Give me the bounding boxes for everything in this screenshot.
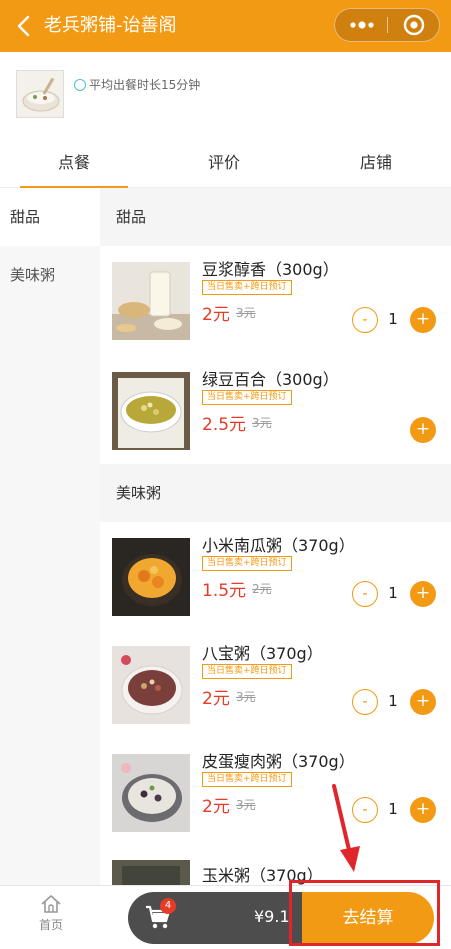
dish-name: 八宝粥（370g） bbox=[202, 644, 323, 663]
home-button[interactable]: 首页 bbox=[24, 892, 78, 944]
sidebar-item-desserts[interactable]: 甜品 bbox=[0, 188, 100, 246]
quantity-value: 1 bbox=[388, 800, 398, 818]
dish-price: 1.5元 bbox=[202, 581, 247, 601]
cart-total: ¥9.1 bbox=[254, 907, 290, 926]
dish-image bbox=[112, 262, 190, 340]
chevron-left-icon[interactable] bbox=[14, 14, 36, 38]
dish-name: 绿豆百合（300g） bbox=[202, 370, 339, 389]
quantity-value: 1 bbox=[388, 692, 398, 710]
dish-image bbox=[112, 860, 190, 885]
dish-price: 2.5元 bbox=[202, 415, 247, 435]
menu-item: 八宝粥（370g） 当日售卖+跨日预订 2元 3元 - 1 + bbox=[100, 636, 451, 744]
section-header-desserts: 甜品 bbox=[100, 188, 451, 246]
quantity-value: 1 bbox=[388, 310, 398, 328]
dish-name: 皮蛋瘦肉粥（370g） bbox=[202, 752, 355, 771]
dish-original-price: 2元 bbox=[252, 582, 272, 596]
avg-serve-time: 平均出餐时长15分钟 bbox=[74, 76, 200, 93]
sale-badge: 当日售卖+跨日预订 bbox=[202, 556, 292, 571]
capsule-divider bbox=[387, 17, 388, 33]
sale-badge: 当日售卖+跨日预订 bbox=[202, 664, 292, 679]
sidebar-item-congee[interactable]: 美味粥 bbox=[0, 246, 100, 304]
tab-bar: 点餐 评价 店铺 bbox=[0, 142, 451, 188]
decrease-button[interactable]: - bbox=[352, 689, 378, 715]
dish-image bbox=[112, 372, 190, 450]
dish-original-price: 3元 bbox=[236, 798, 256, 812]
dish-image bbox=[112, 538, 190, 616]
home-label: 首页 bbox=[38, 918, 63, 932]
dish-image bbox=[112, 754, 190, 832]
increase-button[interactable]: + bbox=[410, 417, 436, 443]
increase-button[interactable]: + bbox=[410, 307, 436, 333]
home-icon bbox=[41, 895, 61, 913]
cart-bar[interactable]: 4 ¥9.1 bbox=[128, 892, 308, 944]
dish-name: 豆浆醇香（300g） bbox=[202, 260, 339, 279]
section-header-congee: 美味粥 bbox=[100, 464, 451, 522]
menu-item: 绿豆百合（300g） 当日售卖+跨日预订 2.5元 3元 + bbox=[100, 362, 451, 470]
tab-reviews[interactable]: 评价 bbox=[170, 142, 278, 188]
increase-button[interactable]: + bbox=[410, 689, 436, 715]
mini-program-capsule bbox=[334, 8, 440, 42]
tab-store[interactable]: 店铺 bbox=[322, 142, 430, 188]
dish-original-price: 3元 bbox=[236, 690, 256, 704]
dish-price: 2元 bbox=[202, 305, 230, 325]
decrease-button[interactable]: - bbox=[352, 307, 378, 333]
dish-price: 2元 bbox=[202, 797, 230, 817]
red-arrow-annotation bbox=[332, 784, 360, 872]
avg-serve-time-text: 平均出餐时长15分钟 bbox=[89, 78, 201, 92]
shop-logo bbox=[16, 70, 64, 118]
dish-price: 2元 bbox=[202, 689, 230, 709]
menu-item: 小米南瓜粥（370g） 当日售卖+跨日预订 1.5元 2元 - 1 + bbox=[100, 528, 451, 636]
target-icon[interactable] bbox=[389, 9, 439, 41]
dish-original-price: 3元 bbox=[236, 306, 256, 320]
cart-count-badge: 4 bbox=[160, 898, 176, 914]
sale-badge: 当日售卖+跨日预订 bbox=[202, 280, 292, 295]
menu-item: 皮蛋瘦肉粥（370g） 当日售卖+跨日预订 2元 3元 - 1 + bbox=[100, 744, 451, 852]
tab-order[interactable]: 点餐 bbox=[20, 142, 128, 188]
increase-button[interactable]: + bbox=[410, 581, 436, 607]
sale-badge: 当日售卖+跨日预订 bbox=[202, 390, 292, 405]
dish-original-price: 3元 bbox=[252, 416, 272, 430]
increase-button[interactable]: + bbox=[410, 797, 436, 823]
category-sidebar: 甜品 美味粥 bbox=[0, 188, 100, 885]
decrease-button[interactable]: - bbox=[352, 581, 378, 607]
quantity-value: 1 bbox=[388, 584, 398, 602]
dish-image bbox=[112, 646, 190, 724]
dish-name: 小米南瓜粥（370g） bbox=[202, 536, 355, 555]
sale-badge: 当日售卖+跨日预订 bbox=[202, 772, 292, 787]
clock-icon bbox=[74, 79, 86, 91]
highlight-box-annotation bbox=[289, 880, 440, 946]
title-bar: 老兵粥铺-诒善阁 bbox=[0, 0, 451, 52]
more-dots-icon[interactable] bbox=[335, 9, 387, 41]
menu-item: 豆浆醇香（300g） 当日售卖+跨日预订 2元 3元 - 1 + bbox=[100, 252, 451, 360]
page-title: 老兵粥铺-诒善阁 bbox=[44, 15, 177, 36]
